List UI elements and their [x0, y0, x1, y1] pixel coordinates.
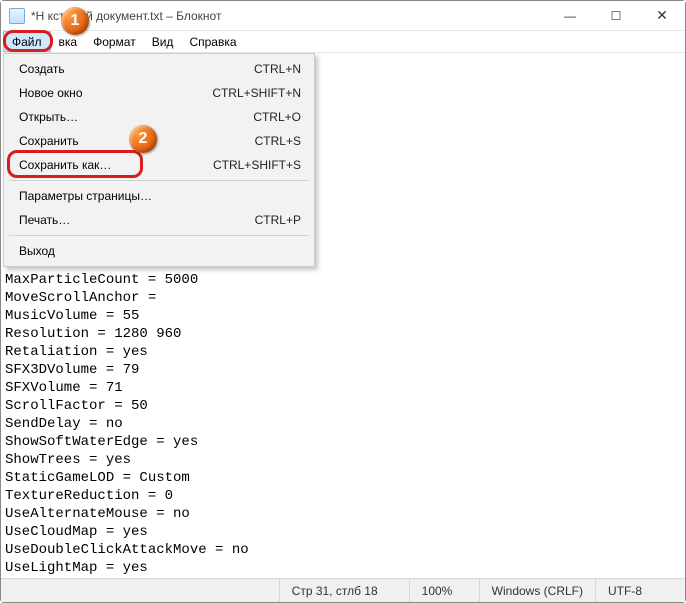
menu-edit[interactable]: вка	[51, 31, 86, 52]
menu-item-shortcut: CTRL+SHIFT+N	[212, 86, 301, 100]
menu-view[interactable]: Вид	[144, 31, 182, 52]
menu-item-label: Новое окно	[19, 86, 212, 100]
statusbar: Стр 31, стлб 18 100% Windows (CRLF) UTF-…	[1, 578, 685, 602]
menu-item-label: Сохранить как…	[19, 158, 213, 172]
menu-item-shortcut: CTRL+O	[253, 110, 301, 124]
menu-item-new-window[interactable]: Новое окно CTRL+SHIFT+N	[7, 81, 311, 105]
menu-file[interactable]: Файл	[3, 31, 51, 52]
titlebar: *Н кстовый документ.txt – Блокнот — ☐ ✕	[1, 1, 685, 31]
menu-item-label: Печать…	[19, 213, 255, 227]
menu-item-shortcut: CTRL+SHIFT+S	[213, 158, 301, 172]
menu-help[interactable]: Справка	[181, 31, 244, 52]
menu-item-label: Сохранить	[19, 134, 255, 148]
menu-item-label: Параметры страницы…	[19, 189, 301, 203]
maximize-button[interactable]: ☐	[593, 1, 639, 31]
file-menu-dropdown: Создать CTRL+N Новое окно CTRL+SHIFT+N О…	[3, 53, 315, 267]
menu-item-open[interactable]: Открыть… CTRL+O	[7, 105, 311, 129]
status-cursor-pos: Стр 31, стлб 18	[279, 579, 409, 602]
status-encoding: UTF-8	[595, 579, 685, 602]
menu-separator	[9, 235, 309, 236]
menu-item-shortcut: CTRL+S	[255, 134, 301, 148]
status-zoom: 100%	[409, 579, 479, 602]
notepad-icon	[9, 8, 25, 24]
window-title: *Н кстовый документ.txt – Блокнот	[31, 9, 547, 23]
menu-item-label: Создать	[19, 62, 254, 76]
menu-item-page-setup[interactable]: Параметры страницы…	[7, 184, 311, 208]
menu-item-label: Открыть…	[19, 110, 253, 124]
menu-item-label: Выход	[19, 244, 301, 258]
menu-separator	[9, 180, 309, 181]
menu-item-new[interactable]: Создать CTRL+N	[7, 57, 311, 81]
minimize-button[interactable]: —	[547, 1, 593, 31]
menu-item-exit[interactable]: Выход	[7, 239, 311, 263]
menu-item-shortcut: CTRL+P	[255, 213, 301, 227]
menubar: Файл вка Формат Вид Справка	[1, 31, 685, 53]
menu-item-shortcut: CTRL+N	[254, 62, 301, 76]
menu-item-print[interactable]: Печать… CTRL+P	[7, 208, 311, 232]
status-eol: Windows (CRLF)	[479, 579, 595, 602]
window-buttons: — ☐ ✕	[547, 1, 685, 31]
close-button[interactable]: ✕	[639, 1, 685, 31]
menu-item-save-as[interactable]: Сохранить как… CTRL+SHIFT+S	[7, 153, 311, 177]
menu-format[interactable]: Формат	[85, 31, 144, 52]
menu-item-save[interactable]: Сохранить CTRL+S	[7, 129, 311, 153]
